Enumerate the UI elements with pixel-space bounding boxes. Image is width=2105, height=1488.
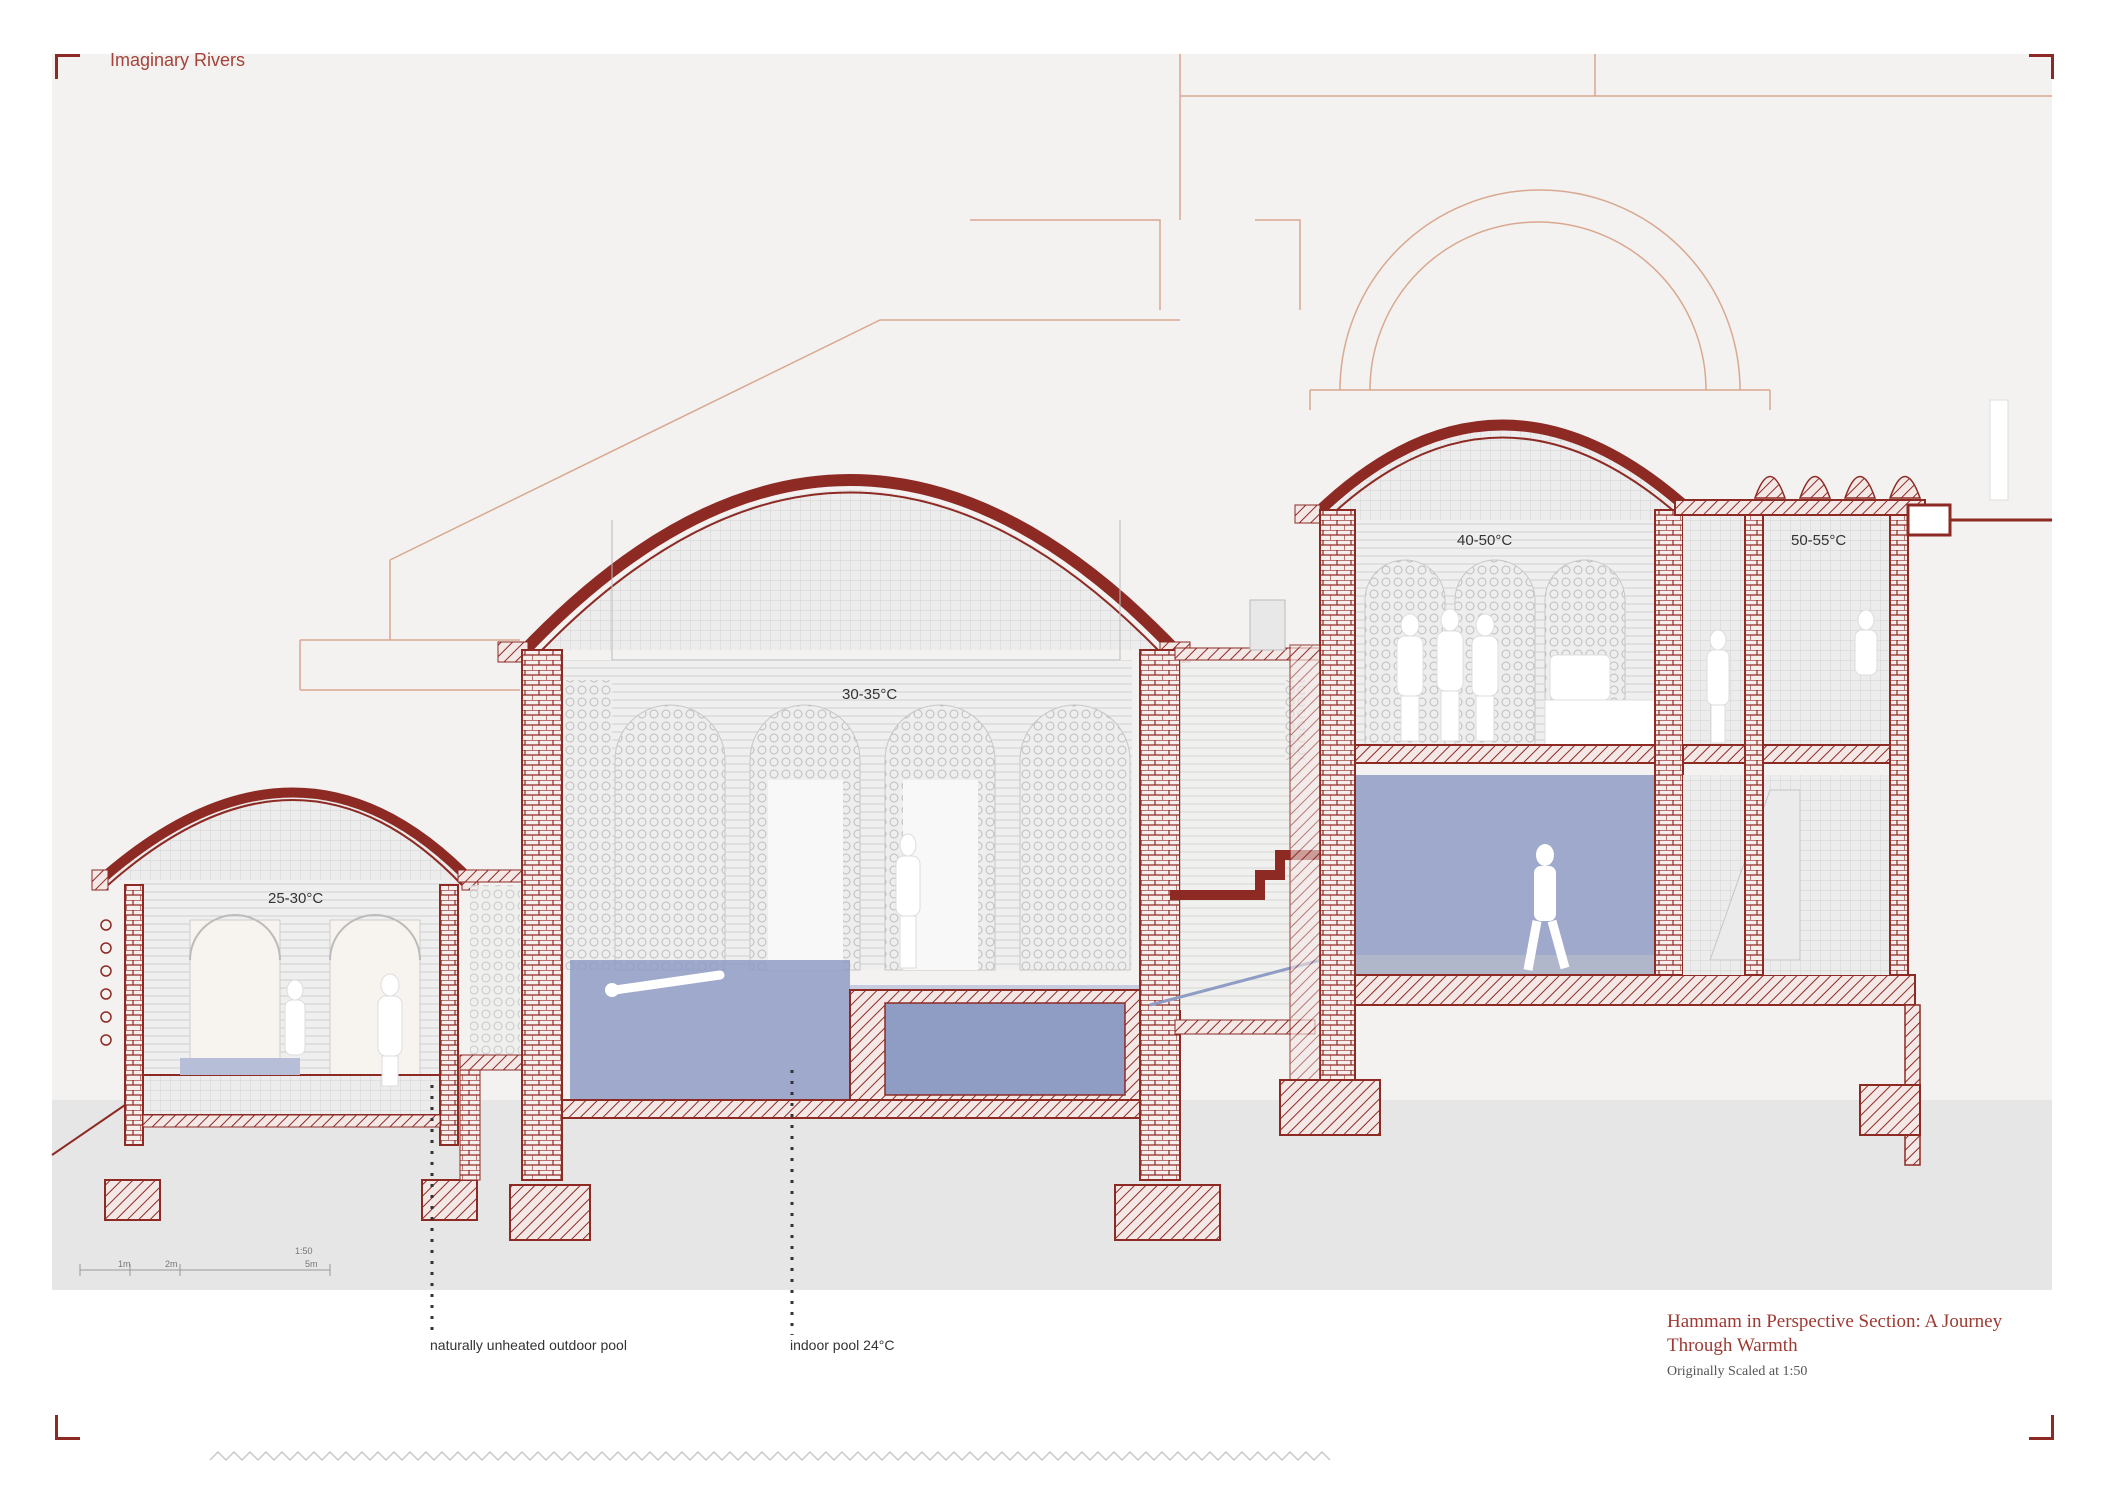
temperature-label: 30-35°C bbox=[842, 686, 898, 703]
caption-subtitle: Originally Scaled at 1:50 bbox=[1667, 1364, 1808, 1379]
drawing-sheet: Imaginary Rivers 25-30°C 30-35°C 40-50°C… bbox=[0, 0, 2105, 1488]
indoor-pool-annotation: indoor pool 24°C bbox=[790, 1337, 895, 1353]
corner-mark-top-right bbox=[2029, 54, 2054, 79]
corner-mark-bottom-right bbox=[2029, 1415, 2054, 1440]
outdoor-pool-annotation: naturally unheated outdoor pool bbox=[430, 1337, 627, 1353]
scale-ratio: 1:50 bbox=[295, 1246, 313, 1256]
temperature-label: 25-30°C bbox=[268, 890, 324, 907]
corner-mark-bottom-left bbox=[55, 1415, 80, 1440]
caption-title: Hammam in Perspective Section: A Journey… bbox=[1667, 1311, 2003, 1356]
temperature-label: 50-55°C bbox=[1791, 532, 1847, 549]
corner-mark-top-left bbox=[55, 54, 80, 79]
scale-tick-label: 2m bbox=[165, 1259, 178, 1269]
project-title: Imaginary Rivers bbox=[110, 50, 246, 70]
scale-tick-label: 1m bbox=[118, 1259, 131, 1269]
temperature-label: 40-50°C bbox=[1457, 532, 1513, 549]
zigzag-border bbox=[209, 1450, 1331, 1462]
room-hottest bbox=[1674, 399, 2052, 1166]
drawing-caption: Hammam in Perspective Section: A Journey… bbox=[1667, 1310, 2047, 1380]
ground bbox=[52, 1100, 2052, 1290]
scale-tick-label: 5m bbox=[305, 1259, 318, 1269]
